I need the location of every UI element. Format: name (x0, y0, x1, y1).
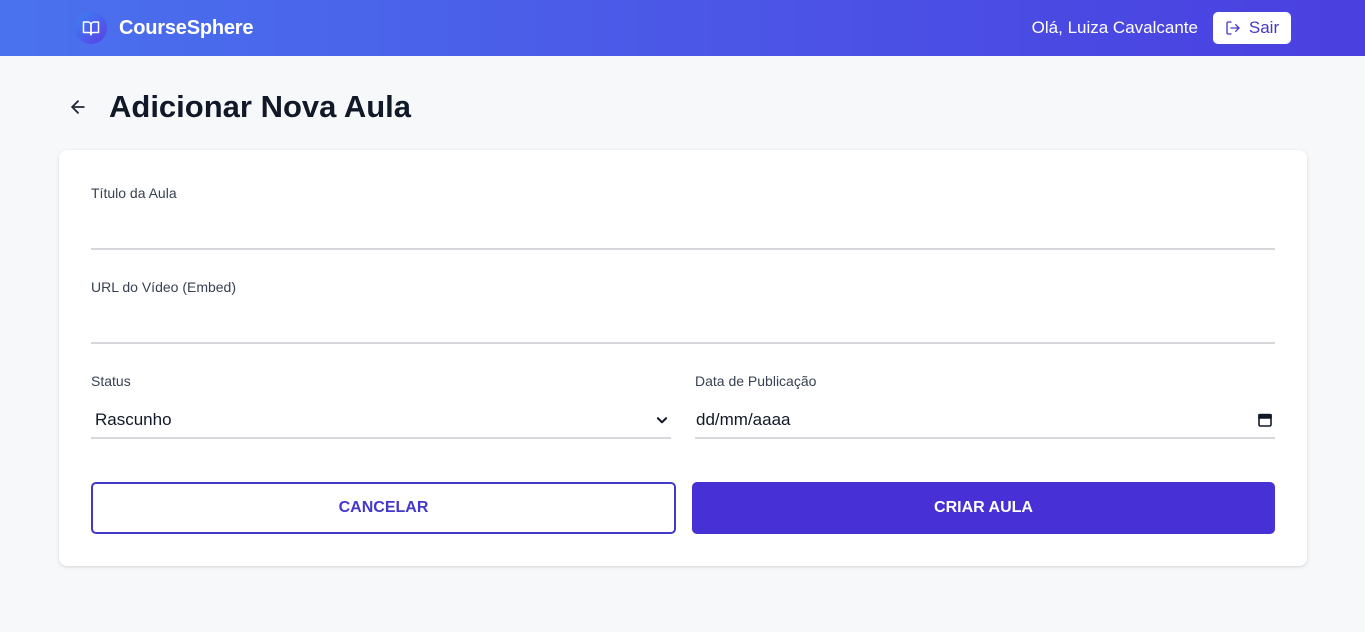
status-select-value: Rascunho (95, 410, 172, 429)
publish-date-input[interactable]: dd/mm/aaaa (695, 403, 1275, 439)
cancel-button[interactable]: CANCELAR (91, 482, 676, 534)
back-arrow-icon[interactable] (64, 93, 92, 121)
lesson-form-card: Título da Aula URL do Vídeo (Embed) Stat… (59, 150, 1307, 566)
page-title: Adicionar Nova Aula (109, 89, 412, 124)
title-field-label: Título da Aula (91, 185, 177, 201)
chevron-down-icon (655, 413, 669, 427)
top-navbar: CourseSphere Olá, Luiza Cavalcante Sair (0, 0, 1365, 56)
video-url-input[interactable] (91, 312, 1275, 344)
logout-icon (1225, 20, 1241, 36)
date-placeholder: dd/mm/aaaa (696, 410, 791, 429)
user-greeting: Olá, Luiza Cavalcante (1031, 18, 1198, 37)
logout-label: Sair (1248, 18, 1280, 37)
create-lesson-button[interactable]: CRIAR AULA (692, 482, 1275, 534)
title-input[interactable] (91, 218, 1275, 250)
status-select[interactable]: Rascunho (91, 403, 671, 439)
brand[interactable]: CourseSphere (75, 12, 254, 44)
logout-button[interactable]: Sair (1213, 12, 1291, 44)
status-field-label: Status (91, 373, 131, 389)
video-url-field-label: URL do Vídeo (Embed) (91, 279, 236, 295)
calendar-icon[interactable] (1257, 412, 1273, 428)
brand-name: CourseSphere (119, 16, 254, 39)
publish-date-field-label: Data de Publicação (695, 373, 817, 389)
book-icon (75, 12, 107, 44)
